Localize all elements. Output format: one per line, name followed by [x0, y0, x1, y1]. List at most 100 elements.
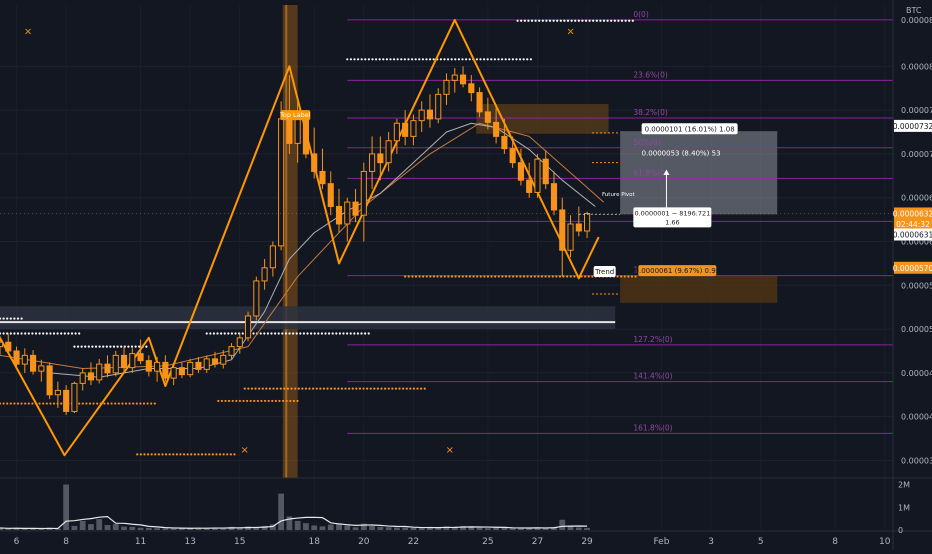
candle-body-up: [418, 109, 425, 122]
pivot-dot-low: [6, 402, 9, 405]
pivot-dot-high: [281, 332, 284, 335]
pivot-dot-low: [88, 402, 92, 405]
pivot-dot-low: [2, 402, 5, 405]
pivot-dot-low: [537, 275, 540, 278]
pivot-dot-low: [587, 275, 590, 278]
pivot-dot-low: [110, 402, 113, 405]
pivot-dot-high: [392, 58, 396, 61]
pivot-dot-low: [304, 387, 308, 390]
pivot-dot-low: [153, 402, 156, 405]
pivot-dot-low: [190, 453, 193, 456]
pivot-dot-high: [353, 58, 356, 61]
pivot-dot-high: [105, 345, 108, 348]
volume-bar: [88, 524, 94, 530]
pivot-dot-low: [369, 387, 372, 390]
pivot-dot-low: [312, 387, 315, 390]
pivot-dot-low: [260, 399, 263, 403]
pivot-dot-high: [588, 19, 591, 22]
pivot-dot-low: [164, 453, 168, 456]
pivot-dot-low: [501, 275, 504, 278]
measure-top-label: 0.0000101 (16.01%) 1.08: [645, 125, 735, 133]
pivot-dot-low: [422, 275, 425, 278]
pivot-dot-high: [628, 19, 631, 22]
fib-level-label: 141.4%(0): [633, 372, 672, 381]
candle-body-down: [311, 153, 318, 172]
pivot-dot-high: [349, 332, 352, 335]
pivot-dot-high: [486, 58, 489, 61]
pivot-dot-low: [409, 387, 412, 390]
pivot-dot-low: [224, 399, 227, 403]
candle-body-up: [228, 346, 235, 356]
pivot-dot-high: [20, 332, 23, 335]
pivot-dot-low: [222, 453, 225, 456]
pivot-dot-low: [450, 275, 454, 278]
candle-body-up: [253, 280, 260, 317]
pivot-dot-high: [584, 19, 588, 22]
x-marker: ×: [24, 26, 32, 37]
pivot-dot-high: [130, 345, 134, 348]
volume-bar: [385, 527, 392, 530]
pivot-dot-high: [566, 19, 570, 22]
pivot-dot-low: [512, 275, 515, 278]
pivot-dot-low: [483, 275, 486, 278]
pivot-dot-low: [418, 275, 421, 278]
pivot-dot-high: [548, 19, 552, 22]
pivot-dot-low: [42, 402, 45, 405]
pivot-dot-high: [493, 58, 496, 61]
pivot-dot-high: [631, 19, 634, 22]
pivot-dot-high: [9, 317, 12, 320]
pivot-dot-high: [461, 58, 464, 61]
pivot-dot-high: [74, 332, 77, 335]
btc-price-chart[interactable]: 0(0)23.6%(0)38.2%(0)50%(0)61.8%(0)78.6%(…: [0, 0, 932, 550]
pivot-dot-low: [218, 453, 222, 456]
pivot-dot-low: [289, 399, 292, 403]
pivot-dot-low: [258, 387, 261, 390]
pivot-dot-low: [296, 399, 299, 403]
pivot-dot-high: [209, 332, 212, 335]
pivot-dot-low: [154, 453, 157, 456]
volume-bar: [575, 527, 582, 530]
volume-bar: [344, 525, 351, 530]
pivot-dot-low: [344, 387, 347, 390]
pivot-dot-low: [394, 387, 398, 390]
pivot-dot-low: [193, 453, 196, 456]
pivot-dot-low: [497, 275, 500, 278]
pivot-dot-high: [73, 345, 76, 348]
pivot-dot-low: [31, 402, 34, 405]
pivot-dot-low: [272, 387, 275, 390]
pivot-dot-high: [313, 332, 316, 335]
pivot-dot-low: [135, 402, 138, 405]
pivot-dot-high: [520, 19, 523, 22]
volume-bar: [418, 528, 425, 530]
pivot-dot-high: [353, 332, 356, 335]
volume-bar: [567, 526, 574, 530]
pivot-dot-low: [261, 387, 264, 390]
pivot-dot-high: [63, 332, 66, 335]
pivot-dot-low: [254, 387, 257, 390]
time-tick-label: 3: [708, 537, 714, 547]
pivot-dot-high: [331, 332, 334, 335]
pivot-dot-low: [281, 399, 285, 403]
volume-bar: [104, 525, 111, 530]
time-tick-label: 13: [184, 537, 195, 547]
pivot-dot-high: [338, 332, 342, 335]
pivot-dot-low: [414, 275, 418, 278]
volume-bar: [278, 493, 285, 530]
pivot-dot-high: [116, 345, 119, 348]
pivot-dot-high: [20, 317, 23, 320]
x-marker: ×: [241, 445, 249, 456]
chart-canvas[interactable]: 0(0)23.6%(0)38.2%(0)50%(0)61.8%(0)78.6%(…: [0, 0, 932, 550]
pivot-dot-high: [288, 332, 291, 335]
symbol-label: BTC: [906, 6, 922, 15]
pivot-dot-high: [602, 19, 606, 22]
pivot-dot-high: [42, 332, 45, 335]
pivot-dot-low: [175, 453, 178, 456]
candle-body-down: [145, 360, 152, 372]
pivot-dot-low: [253, 399, 256, 403]
pivot-dot-low: [208, 453, 211, 456]
pivot-dot-low: [265, 387, 268, 390]
candle-body-up: [129, 353, 136, 369]
pivot-dot-high: [16, 332, 20, 335]
pivot-dot-low: [250, 387, 254, 390]
pivot-dot-low: [233, 453, 236, 456]
